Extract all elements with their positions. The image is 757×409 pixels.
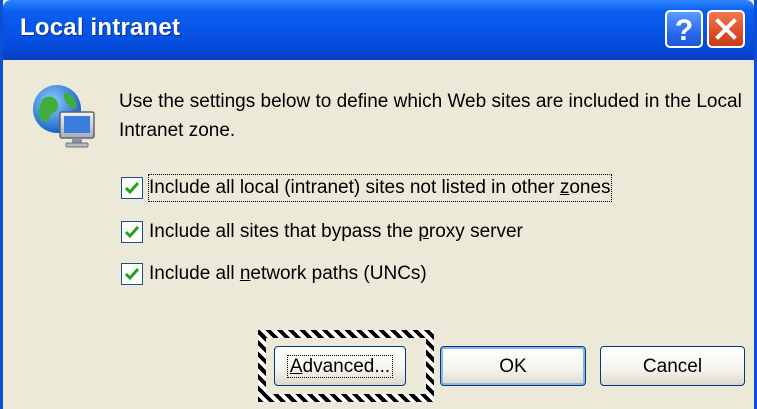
- advanced-button-label: Advanced...: [286, 355, 394, 378]
- ok-button[interactable]: OK: [440, 346, 586, 386]
- checkbox-label: Include all network paths (UNCs): [149, 263, 427, 284]
- close-icon: [715, 18, 737, 40]
- checkbox-label: Include all sites that bypass the proxy …: [149, 221, 523, 242]
- cancel-button[interactable]: Cancel: [600, 346, 745, 386]
- advanced-button[interactable]: Advanced...: [274, 346, 406, 386]
- checkbox[interactable]: [121, 263, 143, 285]
- checkmark-icon: [124, 226, 140, 239]
- close-button[interactable]: [707, 10, 745, 48]
- checkbox-label: Include all local (intranet) sites not l…: [148, 174, 612, 202]
- info-section: Use the settings below to define which W…: [30, 82, 750, 152]
- help-icon: ?: [675, 14, 693, 44]
- intranet-zone-icon: [33, 85, 95, 148]
- checkbox[interactable]: [121, 221, 143, 243]
- description-text: Use the settings below to define which W…: [119, 91, 742, 141]
- title-bar[interactable]: Local intranet ?: [3, 0, 754, 60]
- dialog-window: Local intranet ? Use the settings below …: [0, 0, 757, 409]
- svg-text:?: ?: [675, 14, 693, 44]
- help-button[interactable]: ?: [665, 10, 703, 48]
- checkbox[interactable]: [121, 177, 143, 199]
- checkmark-icon: [124, 182, 140, 195]
- checkmark-icon: [124, 268, 140, 281]
- window-title: Local intranet: [20, 14, 181, 41]
